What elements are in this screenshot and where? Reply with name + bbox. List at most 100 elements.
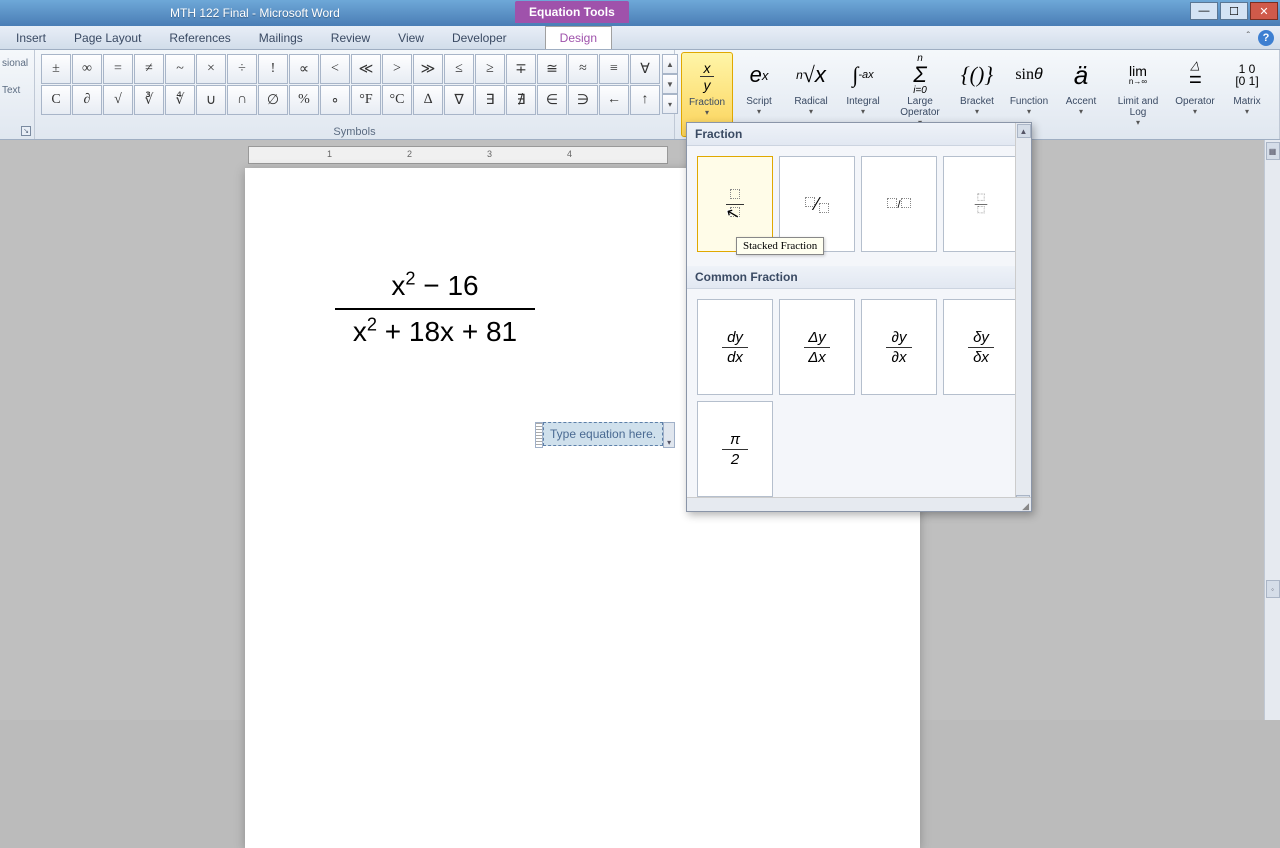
- minimize-ribbon-icon[interactable]: ˆ: [1247, 31, 1250, 42]
- symbol-button[interactable]: ≡: [599, 54, 629, 84]
- symbol-button[interactable]: ≠: [134, 54, 164, 84]
- symbol-button[interactable]: ∃: [475, 85, 505, 115]
- symbol-button[interactable]: ≅: [537, 54, 567, 84]
- structure-label: Accent: [1066, 96, 1097, 107]
- gallery-item-common-fraction[interactable]: δyδx: [943, 299, 1019, 395]
- symbol-button[interactable]: ×: [196, 54, 226, 84]
- symbol-button[interactable]: ~: [165, 54, 195, 84]
- symbol-button[interactable]: ∘: [320, 85, 350, 115]
- ruler-toggle-icon[interactable]: ▦: [1266, 142, 1280, 160]
- symbol-button[interactable]: ←: [599, 85, 629, 115]
- symbol-button[interactable]: =: [103, 54, 133, 84]
- symbol-button[interactable]: ∋: [568, 85, 598, 115]
- ruler-tick: 1: [327, 149, 332, 159]
- structure-matrix[interactable]: [1 00 1]Matrix▾: [1221, 52, 1273, 137]
- symbol-button[interactable]: ≥: [475, 54, 505, 84]
- equation-placeholder[interactable]: Type equation here.: [543, 422, 663, 446]
- tab-developer[interactable]: Developer: [438, 27, 521, 49]
- gallery-item-common-fraction[interactable]: π2: [697, 401, 773, 497]
- tools-label-2: Text: [0, 71, 34, 98]
- symbol-button[interactable]: ∄: [506, 85, 536, 115]
- symbol-button[interactable]: !: [258, 54, 288, 84]
- symbol-button[interactable]: °F: [351, 85, 381, 115]
- gallery-scrollbar[interactable]: ▲ ▼: [1015, 123, 1031, 511]
- equation-grip-icon[interactable]: [535, 422, 543, 448]
- tab-mailings[interactable]: Mailings: [245, 27, 317, 49]
- symbol-button[interactable]: C: [41, 85, 71, 115]
- tab-insert[interactable]: Insert: [2, 27, 60, 49]
- symbol-button[interactable]: ∞: [72, 54, 102, 84]
- gallery-category-common-fraction: Common Fraction: [687, 266, 1031, 289]
- document-area: 1 2 3 4 Name Date: x2 − 16 x2 + 18x + 81…: [0, 140, 1280, 720]
- ribbon: sional Text ↘ ±∞=≠~×÷!∝<≪>≫≤≥∓≅≈≡∀ C∂√∛∜∪…: [0, 50, 1280, 140]
- structure-label: Script: [746, 96, 772, 107]
- horizontal-ruler[interactable]: 1 2 3 4: [248, 146, 668, 164]
- ribbon-tabs: Insert Page Layout References Mailings R…: [0, 26, 1280, 50]
- symbol-button[interactable]: ∝: [289, 54, 319, 84]
- symbol-button[interactable]: ≤: [444, 54, 474, 84]
- equation-fraction[interactable]: x2 − 16 x2 + 18x + 81: [335, 268, 535, 350]
- close-button[interactable]: ✕: [1250, 2, 1278, 20]
- symbol-button[interactable]: ∩: [227, 85, 257, 115]
- structure-label: Operator: [1175, 96, 1214, 107]
- symbol-button[interactable]: ∛: [134, 85, 164, 115]
- gallery-item-linear-fraction[interactable]: /: [861, 156, 937, 252]
- fraction-line: [335, 308, 535, 310]
- structure-label: Matrix: [1233, 96, 1260, 107]
- symbol-button[interactable]: ±: [41, 54, 71, 84]
- dropdown-caret-icon: ▾: [1027, 107, 1031, 116]
- gallery-item-small-fraction[interactable]: [943, 156, 1019, 252]
- symbol-button[interactable]: ∓: [506, 54, 536, 84]
- gallery-item-common-fraction[interactable]: ∂y∂x: [861, 299, 937, 395]
- symbol-button[interactable]: °C: [382, 85, 412, 115]
- equation-placeholder-container[interactable]: Type equation here. ▾: [535, 422, 675, 448]
- structure-accent[interactable]: äAccent▾: [1055, 52, 1107, 137]
- contextual-tab-label: Equation Tools: [515, 1, 629, 23]
- symbol-button[interactable]: ≈: [568, 54, 598, 84]
- symbols-group: ±∞=≠~×÷!∝<≪>≫≤≥∓≅≈≡∀ C∂√∛∜∪∩∅%∘°F°C∆∇∃∄∈∋…: [35, 50, 675, 139]
- gallery-item-common-fraction[interactable]: dydx: [697, 299, 773, 395]
- symbol-button[interactable]: ≫: [413, 54, 443, 84]
- symbol-button[interactable]: ÷: [227, 54, 257, 84]
- equation-options-dropdown[interactable]: ▾: [663, 422, 675, 448]
- dropdown-caret-icon: ▾: [705, 108, 709, 117]
- symbol-button[interactable]: ↑: [630, 85, 660, 115]
- tools-launcher-icon[interactable]: ↘: [21, 126, 31, 136]
- gallery-scroll-up-icon[interactable]: ▲: [1017, 124, 1031, 138]
- tab-design[interactable]: Design: [545, 26, 612, 49]
- equation-denominator: x2 + 18x + 81: [335, 314, 535, 350]
- maximize-button[interactable]: ☐: [1220, 2, 1248, 20]
- dropdown-caret-icon: ▾: [1136, 118, 1140, 127]
- symbol-button[interactable]: ∪: [196, 85, 226, 115]
- dropdown-caret-icon: ▾: [1193, 107, 1197, 116]
- symbol-button[interactable]: ∈: [537, 85, 567, 115]
- tab-review[interactable]: Review: [317, 27, 384, 49]
- symbol-button[interactable]: ∂: [72, 85, 102, 115]
- minimize-button[interactable]: —: [1190, 2, 1218, 20]
- symbols-group-label: Symbols: [35, 125, 674, 139]
- window-title: MTH 122 Final - Microsoft Word: [170, 6, 340, 20]
- gallery-item-common-fraction[interactable]: ΔyΔx: [779, 299, 855, 395]
- symbol-button[interactable]: ∅: [258, 85, 288, 115]
- structure-label: Large Operator: [890, 96, 950, 118]
- structure-limit-and-log[interactable]: limn→∞Limit and Log▾: [1107, 52, 1169, 137]
- ruler-tick: 4: [567, 149, 572, 159]
- tab-view[interactable]: View: [384, 27, 438, 49]
- symbol-button[interactable]: ∀: [630, 54, 660, 84]
- help-icon[interactable]: ?: [1258, 30, 1274, 46]
- symbol-button[interactable]: ∇: [444, 85, 474, 115]
- page-nav-icon[interactable]: ◦: [1266, 580, 1280, 598]
- symbol-button[interactable]: ≪: [351, 54, 381, 84]
- symbol-button[interactable]: >: [382, 54, 412, 84]
- structure-operator[interactable]: △=Operator▾: [1169, 52, 1221, 137]
- tools-group: sional Text ↘: [0, 50, 35, 139]
- tab-page-layout[interactable]: Page Layout: [60, 27, 155, 49]
- symbol-button[interactable]: ∆: [413, 85, 443, 115]
- symbol-button[interactable]: <: [320, 54, 350, 84]
- symbol-button[interactable]: %: [289, 85, 319, 115]
- symbol-button[interactable]: ∜: [165, 85, 195, 115]
- structure-label: Integral: [846, 96, 879, 107]
- symbol-button[interactable]: √: [103, 85, 133, 115]
- gallery-resize-grip[interactable]: [687, 497, 1031, 511]
- tab-references[interactable]: References: [155, 27, 244, 49]
